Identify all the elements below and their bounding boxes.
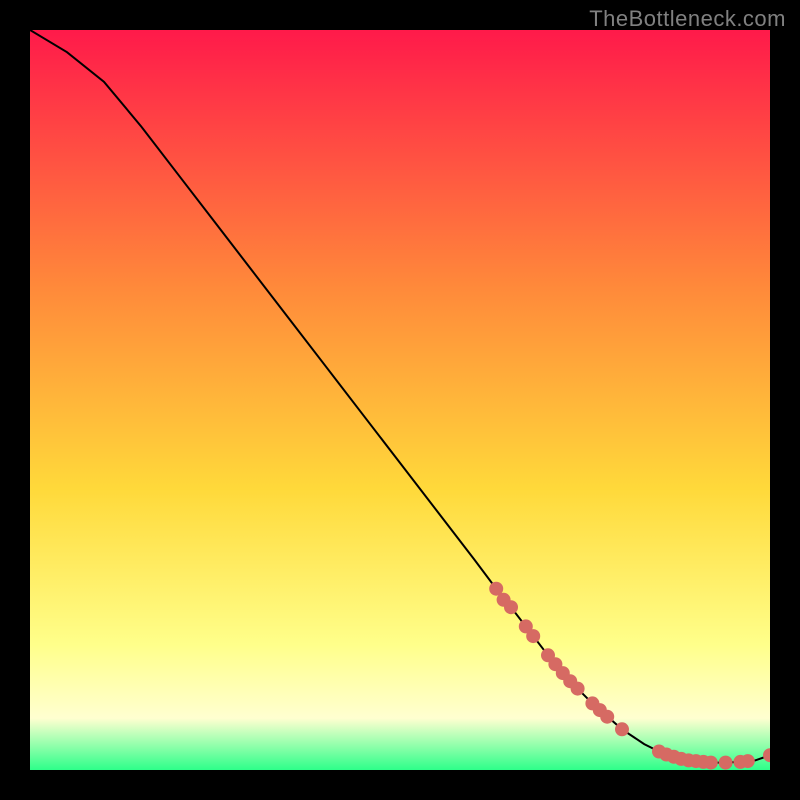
- chart-marker: [571, 682, 585, 696]
- chart-marker: [615, 722, 629, 736]
- chart-background: [30, 30, 770, 770]
- chart-marker: [526, 629, 540, 643]
- site-watermark: TheBottleneck.com: [589, 6, 786, 32]
- bottleneck-chart: [30, 30, 770, 770]
- chart-marker: [704, 756, 718, 770]
- chart-marker: [600, 710, 614, 724]
- chart-marker: [741, 754, 755, 768]
- chart-marker: [504, 600, 518, 614]
- chart-marker: [719, 756, 733, 770]
